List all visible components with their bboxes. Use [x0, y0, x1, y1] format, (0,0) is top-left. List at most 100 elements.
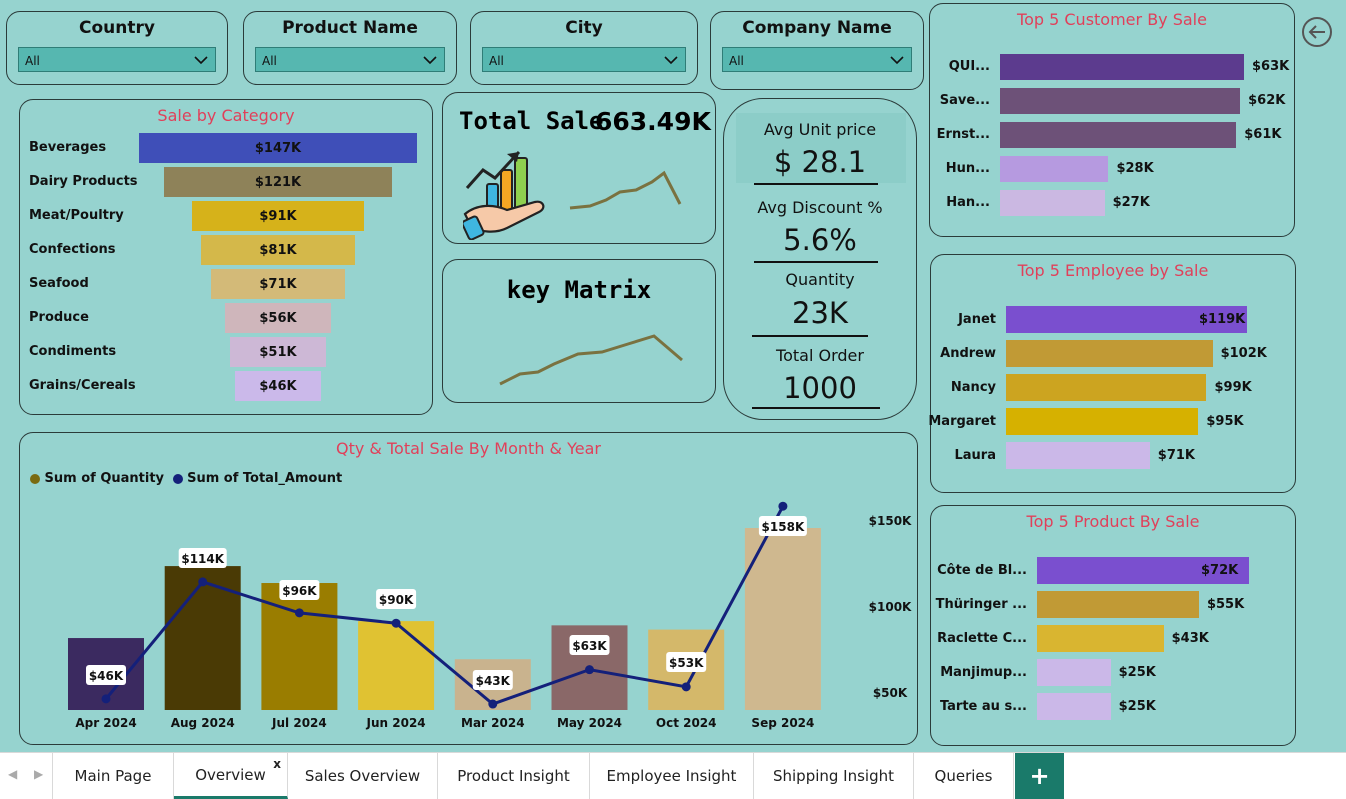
category-label: Beverages — [29, 140, 107, 155]
add-page-button[interactable]: + — [1015, 753, 1064, 799]
bar[interactable] — [1006, 374, 1207, 401]
bar-label: Margaret — [928, 413, 996, 429]
tab-label: Queries — [934, 767, 993, 785]
category-bar[interactable]: $121K — [163, 167, 393, 197]
bar-value: $55K — [1206, 596, 1245, 612]
product-name-dropdown[interactable]: All — [255, 47, 445, 72]
chart-title: Top 5 Employee by Sale — [1017, 261, 1209, 280]
tab-queries[interactable]: Queries — [914, 753, 1014, 799]
tab-scroll-right[interactable]: ▶ — [34, 767, 43, 781]
bar[interactable] — [1006, 442, 1150, 469]
quantity-bar[interactable] — [164, 566, 241, 710]
bar[interactable] — [1000, 54, 1244, 80]
category-bar[interactable]: $81K — [201, 235, 355, 265]
category-bar[interactable]: $46K — [234, 371, 322, 401]
bar-label: Nancy — [950, 379, 996, 395]
x-axis-tick-label: Oct 2024 — [656, 716, 717, 730]
tab-employee-insight[interactable]: Employee Insight — [590, 753, 754, 799]
back-button[interactable] — [1301, 16, 1333, 48]
key-matrix-card: key Matrix — [442, 259, 716, 403]
company-name-slicer: Company Name All — [710, 11, 924, 90]
total-amount-point[interactable] — [488, 699, 498, 709]
total-amount-point[interactable] — [778, 501, 788, 511]
company-name-dropdown-value: All — [729, 54, 744, 68]
bar[interactable] — [1006, 408, 1199, 435]
divider — [754, 261, 878, 263]
category-label: Confections — [29, 242, 116, 257]
avg-unit-price-label: Avg Unit price — [763, 120, 877, 139]
bar-value: $119K — [1199, 311, 1246, 327]
tab-shipping-insight[interactable]: Shipping Insight — [754, 753, 914, 799]
total-order-value: 1000 — [783, 371, 857, 405]
bar-label: Côte de Bl... — [937, 562, 1027, 578]
avg-discount-label: Avg Discount % — [757, 198, 883, 217]
x-axis-tick-label: May 2024 — [557, 716, 622, 730]
divider — [752, 335, 868, 337]
bar[interactable] — [1000, 190, 1105, 216]
country-dropdown[interactable]: All — [18, 47, 216, 72]
bar[interactable] — [1037, 659, 1111, 686]
total-amount-data-label: $114K — [181, 552, 224, 566]
total-sale-sparkline — [569, 170, 682, 210]
total-amount-data-label: $96K — [282, 584, 317, 598]
total-amount-data-label: $53K — [669, 656, 704, 670]
country-slicer-title: Country — [79, 18, 155, 38]
tab-sales-overview[interactable]: Sales Overview — [288, 753, 438, 799]
category-bar[interactable]: $71K — [210, 269, 346, 299]
avg-discount-value: 5.6% — [783, 223, 857, 257]
tab-label: Employee Insight — [606, 767, 737, 785]
key-matrix-sparkline — [499, 334, 683, 386]
bar-label: Save... — [939, 93, 990, 108]
bar[interactable] — [1000, 88, 1241, 114]
bar-value: $27K — [1112, 195, 1150, 210]
total-amount-data-label: $158K — [762, 520, 805, 534]
chevron-down-icon — [423, 56, 437, 65]
total-amount-point[interactable] — [681, 682, 691, 692]
company-name-slicer-title: Company Name — [742, 18, 892, 38]
tab-overview[interactable]: Overview x — [174, 753, 288, 799]
total-amount-data-label: $63K — [572, 639, 607, 653]
bar-value: $62K — [1248, 93, 1286, 108]
quantity-bar[interactable] — [358, 621, 435, 710]
category-label: Meat/Poultry — [29, 208, 124, 223]
x-axis-tick-label: Sep 2024 — [751, 716, 814, 730]
category-bar-value: $91K — [259, 208, 297, 224]
total-amount-point[interactable] — [101, 694, 111, 704]
bar[interactable] — [1000, 122, 1237, 148]
total-amount-point[interactable] — [585, 665, 594, 675]
bar[interactable] — [1000, 156, 1109, 182]
category-bar[interactable]: $91K — [191, 201, 365, 231]
tab-product-insight[interactable]: Product Insight — [438, 753, 590, 799]
tab-scroll-left[interactable]: ◀ — [8, 767, 17, 781]
category-bar[interactable]: $56K — [225, 303, 331, 333]
top-employee-chart: Top 5 Employee by Sale Janet $119K Andrew $… — [928, 254, 1296, 493]
y-axis-tick-label: $50K — [873, 686, 908, 700]
city-dropdown[interactable]: All — [482, 47, 686, 72]
chart-title: Top 5 Customer By Sale — [1017, 10, 1207, 29]
divider — [754, 183, 878, 185]
category-bar[interactable]: $51K — [229, 337, 327, 367]
bar[interactable] — [1037, 625, 1164, 652]
bar[interactable] — [1006, 340, 1213, 367]
total-amount-point[interactable] — [391, 618, 401, 628]
bar[interactable] — [1037, 591, 1199, 618]
total-amount-point[interactable] — [294, 608, 304, 618]
category-label: Dairy Products — [29, 174, 138, 189]
company-name-dropdown[interactable]: All — [722, 47, 912, 72]
total-sale-label: Total Sale — [459, 107, 604, 135]
category-bar-value: $121K — [254, 174, 302, 190]
bar-value: $28K — [1116, 161, 1154, 176]
product-name-slicer-title: Product Name — [282, 18, 418, 38]
bar[interactable] — [1037, 693, 1111, 720]
city-slicer: City All — [470, 11, 698, 85]
total-sale-value: 663.49K — [595, 107, 711, 136]
category-bar-value: $81K — [259, 242, 297, 258]
tab-close-icon[interactable]: x — [273, 757, 281, 771]
quantity-bar[interactable] — [261, 583, 338, 710]
tab-main-page[interactable]: Main Page — [52, 753, 174, 799]
total-amount-data-label: $46K — [89, 669, 124, 683]
bar-value: $61K — [1244, 127, 1282, 142]
tab-label: Overview — [195, 765, 266, 784]
total-amount-point[interactable] — [198, 577, 208, 587]
category-bar[interactable]: $147K — [139, 133, 417, 163]
